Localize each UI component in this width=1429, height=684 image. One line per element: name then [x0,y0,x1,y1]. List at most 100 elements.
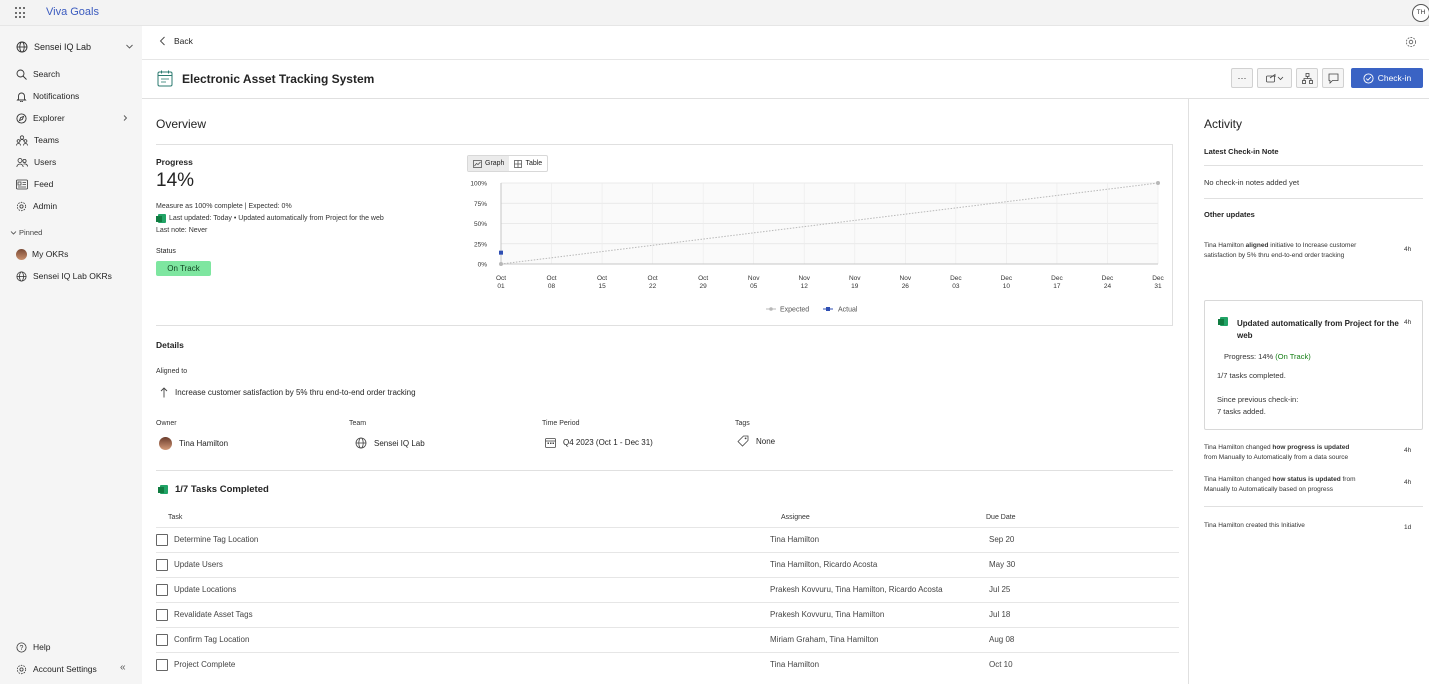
update-detail: initiative to Increase customer [1270,242,1357,249]
task-name[interactable]: Confirm Tag Location [174,635,249,644]
x-tick-label: Oct [648,275,658,282]
task-name[interactable]: Project Complete [174,660,235,669]
progress-label: Progress [156,157,193,167]
sidebar-item-teams[interactable]: Teams [16,133,59,147]
task-name[interactable]: Update Locations [174,585,236,594]
sidebar-item-users[interactable]: Users [16,155,56,169]
table-row: Confirm Tag Location Miriam Graham, Tina… [156,627,1179,652]
task-checkbox[interactable] [156,534,168,546]
compass-icon [16,112,27,124]
app-title[interactable]: Viva Goals [46,6,99,18]
aligned-label: Aligned to [156,368,188,375]
sidebar-item-label: Admin [33,201,58,211]
task-due-date: May 30 [989,560,1016,569]
update-time: 1d [1404,524,1412,531]
user-avatar[interactable]: TH [1412,4,1429,22]
aligned-objective-link[interactable]: Increase customer satisfaction by 5% thr… [160,387,416,398]
owner-label: Owner [156,420,177,427]
y-tick-label: 25% [474,241,487,248]
app-launcher-icon[interactable] [15,7,27,19]
divider [1204,165,1423,166]
column-header-assignee[interactable]: Assignee [781,514,810,521]
x-tick-label: 19 [851,283,859,290]
excel-icon [158,485,168,494]
sidebar-item-feed[interactable]: Feed [16,177,53,191]
task-assignee: Tina Hamilton [770,535,820,544]
time-period-value[interactable]: Q4 2023 (Oct 1 - Dec 31) [545,437,653,448]
back-button[interactable]: Back [159,36,193,46]
x-tick-label: Dec [1152,275,1164,282]
no-notes-text: No check-in notes added yet [1204,178,1300,187]
task-assignee: Tina Hamilton [770,660,820,669]
progress-value: 14% [156,170,195,191]
table-row: Revalidate Asset Tags Prakesh Kovvuru, T… [156,602,1179,627]
avatar [16,248,27,260]
status-badge[interactable]: On Track [156,261,211,276]
sidebar-item-account-settings[interactable]: Account Settings [16,662,97,676]
x-tick-label: Dec [1001,275,1013,282]
org-name: Sensei IQ Lab [34,42,92,52]
divider [1204,198,1423,199]
x-tick-label: 22 [649,283,657,290]
sidebar-item-admin[interactable]: Admin [16,199,57,213]
sidebar-item-explorer[interactable]: Explorer [16,111,134,125]
sidebar-item-notifications[interactable]: Notifications [16,89,79,103]
team-value[interactable]: Sensei IQ Lab [355,437,425,449]
task-name[interactable]: Update Users [174,560,223,569]
sidebar-item-search[interactable]: Search [16,67,60,81]
alignment-button[interactable] [1296,68,1318,88]
teams-icon [16,134,28,146]
owner-value[interactable]: Tina Hamilton [159,437,228,450]
task-name[interactable]: Revalidate Asset Tags [174,610,253,619]
table-row: Update Locations Prakesh Kovvuru, Tina H… [156,577,1179,602]
gear-icon[interactable] [1405,36,1417,48]
last-updated: Last updated: Today • Updated automatica… [156,214,384,223]
task-due-date: Oct 10 [989,660,1013,669]
update-action: aligned [1245,242,1269,249]
task-checkbox[interactable] [156,659,168,671]
expected-point [499,262,503,266]
x-tick-label: Nov [798,275,810,282]
update-detail-line2: from Manually to Automatically from a da… [1204,454,1349,461]
x-tick-label: 26 [902,283,910,290]
measure-text: Measure as 100% complete | Expected: 0% [156,203,292,210]
pinned-section-toggle[interactable]: Pinned [10,228,42,237]
share-button[interactable] [1257,68,1292,88]
chevron-down-icon [10,231,17,235]
details-title: Details [156,340,184,350]
update-user: Tina Hamilton changed [1204,444,1271,451]
more-options-button[interactable]: ··· [1231,68,1253,88]
y-tick-label: 100% [470,181,487,188]
share-icon [1265,73,1283,83]
collapse-sidebar-icon[interactable]: « [120,662,126,673]
x-tick-label: Oct [496,275,506,282]
comment-button[interactable] [1322,68,1344,88]
task-checkbox[interactable] [156,634,168,646]
divider [142,59,1429,60]
task-checkbox[interactable] [156,584,168,596]
table-row: Project Complete Tina Hamilton Oct 10 [156,652,1179,677]
sidebar-item-label: Search [33,69,60,79]
org-switcher[interactable]: Sensei IQ Lab [16,40,134,54]
x-tick-label: Dec [950,275,962,282]
column-header-task[interactable]: Task [168,514,182,521]
task-checkbox[interactable] [156,609,168,621]
check-in-button[interactable]: Check-in [1351,68,1423,88]
chevron-left-icon [159,36,165,46]
task-name[interactable]: Determine Tag Location [174,535,258,544]
aligned-objective-text: Increase customer satisfaction by 5% thr… [175,388,416,397]
column-header-due-date[interactable]: Due Date [986,514,1016,521]
legend-actual-marker [826,307,830,311]
sidebar-item-my-okrs[interactable]: My OKRs [16,247,68,261]
sidebar-item-help[interactable]: ? Help [16,640,50,654]
globe-icon [355,437,367,449]
search-icon [16,69,27,80]
team-label: Team [349,420,367,427]
tags-label: Tags [735,420,750,427]
tags-value[interactable]: None [737,435,775,447]
comment-icon [1328,73,1338,84]
sidebar-item-lab-okrs[interactable]: Sensei IQ Lab OKRs [16,269,112,283]
page-title: Electronic Asset Tracking System [182,71,375,86]
excel-icon [1218,317,1232,329]
task-checkbox[interactable] [156,559,168,571]
